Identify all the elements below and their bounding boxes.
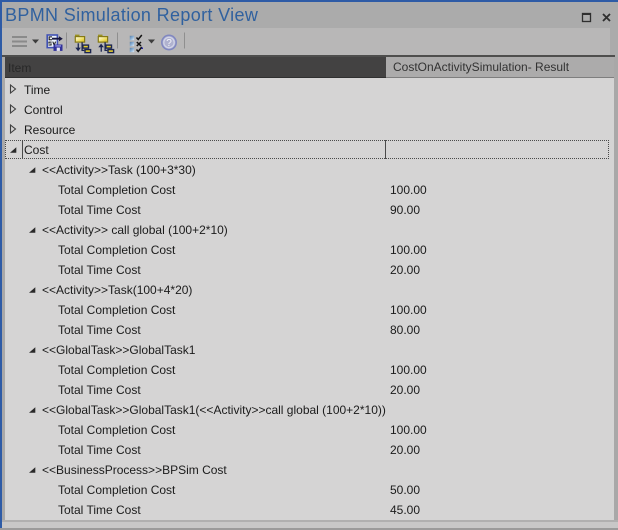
svg-text:?: ? xyxy=(166,38,172,49)
